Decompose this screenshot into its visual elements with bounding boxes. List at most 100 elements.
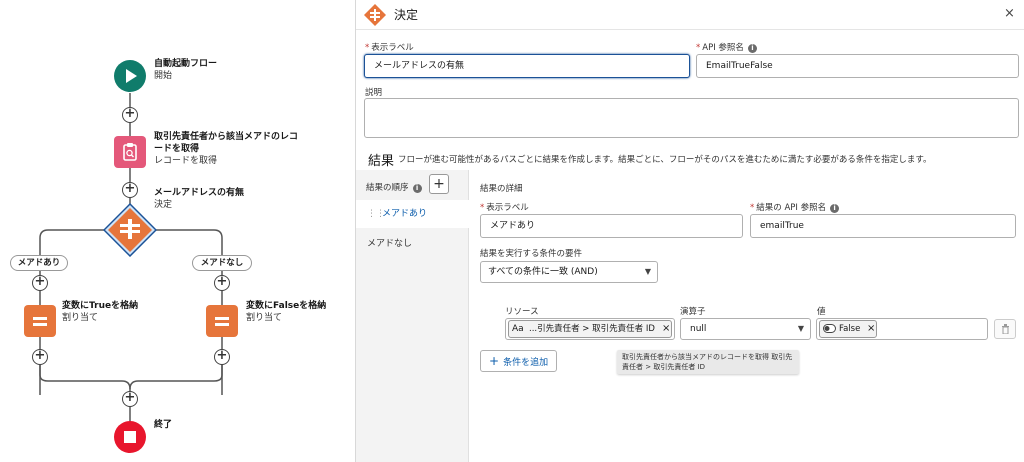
outcome-api-name-label: * 結果の API 参照名 i bbox=[750, 201, 840, 213]
add-outcome-button[interactable]: + bbox=[429, 174, 449, 194]
required-mark: * bbox=[750, 203, 755, 213]
get-records-subtitle: レコードを取得 bbox=[154, 156, 218, 166]
end-title: 終了 bbox=[154, 420, 173, 430]
decision-node-icon[interactable] bbox=[102, 202, 158, 258]
remove-chip-icon[interactable]: × bbox=[867, 321, 875, 337]
get-records-node-label: 取引先責任者から該当メアドのレコ ードを取得 レコードを取得 bbox=[154, 131, 298, 167]
required-mark: * bbox=[480, 203, 485, 213]
end-node-label: 終了 bbox=[154, 419, 172, 431]
info-icon[interactable]: i bbox=[830, 204, 840, 213]
chevron-down-icon: ▼ bbox=[644, 267, 651, 276]
assign-false-node-label: 変数にFalseを格納 割り当て bbox=[246, 300, 326, 324]
outcomes-description: フローが進む可能性があるパスごとに結果を作成します。結果ごとに、フローがそのパス… bbox=[398, 155, 932, 165]
text-type-icon: Aa bbox=[512, 324, 524, 334]
add-element-button[interactable]: + bbox=[32, 275, 48, 291]
drag-handle-icon[interactable]: ⋮⋮ bbox=[367, 200, 385, 228]
api-name-label: * API 参照名 i bbox=[696, 41, 757, 53]
get-records-title-line1: 取引先責任者から該当メアドのレコ bbox=[154, 132, 299, 142]
label-field-label: * 表示ラベル bbox=[365, 41, 414, 53]
stop-icon bbox=[124, 431, 136, 443]
outcome-order-list: 結果の順序 i + ⋮⋮ メアドあり メアドなし bbox=[356, 170, 469, 462]
outcome-details-heading: 結果の詳細 bbox=[480, 184, 523, 194]
outcome-item-email-no[interactable]: メアドなし bbox=[356, 230, 469, 258]
outcome-label-field-label: * 表示ラベル bbox=[480, 201, 529, 213]
resource-chip-value: ...引先責任者 > 取引先責任者 ID bbox=[529, 324, 655, 334]
end-node-icon[interactable] bbox=[114, 421, 146, 453]
value-chip[interactable]: False × bbox=[819, 320, 877, 338]
assign-false-title: 変数にFalseを格納 bbox=[246, 301, 327, 311]
chevron-down-icon: ▼ bbox=[797, 324, 804, 333]
resource-chip[interactable]: Aa ...引先責任者 > 取引先責任者 ID × bbox=[508, 320, 672, 338]
add-element-button[interactable]: + bbox=[122, 391, 138, 407]
value-field[interactable]: False × bbox=[816, 318, 988, 340]
resource-field[interactable]: Aa ...引先責任者 > 取引先責任者 ID × bbox=[505, 318, 675, 340]
assign-true-title: 変数にTrueを格納 bbox=[62, 301, 139, 311]
outcome-order-label: 結果の順序 i bbox=[366, 181, 422, 193]
operator-value: null bbox=[690, 324, 707, 334]
condition-requirement-label: 結果を実行する条件の要件 bbox=[480, 249, 583, 259]
add-element-button[interactable]: + bbox=[122, 182, 138, 198]
decision-node-label: メールアドレスの有無 決定 bbox=[154, 187, 244, 211]
add-element-button[interactable]: + bbox=[32, 349, 48, 365]
equals-icon bbox=[215, 317, 229, 326]
assign-true-node-icon[interactable] bbox=[24, 305, 56, 337]
get-records-node-icon[interactable] bbox=[114, 136, 146, 168]
operator-select[interactable]: null ▼ bbox=[680, 318, 811, 340]
value-chip-text: False bbox=[839, 324, 861, 334]
description-textarea[interactable] bbox=[364, 98, 1019, 138]
panel-header: 決定 × bbox=[356, 0, 1024, 30]
decision-subtitle: 決定 bbox=[154, 200, 173, 210]
trash-icon bbox=[1001, 324, 1009, 335]
operator-label: 演算子 bbox=[680, 307, 706, 317]
decision-title: メールアドレスの有無 bbox=[154, 188, 245, 198]
label-field-label-text: 表示ラベル bbox=[371, 43, 414, 53]
api-name-input[interactable]: EmailTrueFalse bbox=[696, 54, 1019, 78]
outcome-item-email-yes[interactable]: ⋮⋮ メアドあり bbox=[356, 200, 469, 228]
start-node-title: 自動起動フロー bbox=[154, 59, 218, 69]
add-condition-label: 条件を追加 bbox=[503, 358, 549, 368]
get-records-title-line2: ードを取得 bbox=[154, 144, 200, 154]
outcome-label-field-label-text: 表示ラベル bbox=[486, 203, 529, 213]
assign-true-subtitle: 割り当て bbox=[62, 313, 99, 323]
start-node-subtitle: 開始 bbox=[154, 71, 173, 81]
condition-requirement-value: すべての条件に一致 (AND) bbox=[488, 267, 598, 277]
outcome-item-label: メアドあり bbox=[382, 209, 428, 219]
branch-label-right[interactable]: メアドなし bbox=[192, 255, 252, 271]
value-label: 値 bbox=[817, 307, 826, 317]
outcome-order-label-text: 結果の順序 bbox=[366, 183, 409, 193]
panel-title: 決定 bbox=[394, 8, 419, 22]
equals-icon bbox=[33, 317, 47, 326]
outcomes-title: 結果 bbox=[368, 154, 395, 169]
resource-tooltip: 取引先責任者から該当メアドのレコードを取得 取引先責任者 > 取引先責任者 ID bbox=[617, 350, 799, 374]
assign-false-node-icon[interactable] bbox=[206, 305, 238, 337]
decision-icon bbox=[364, 4, 386, 26]
toggle-icon bbox=[823, 324, 836, 333]
condition-requirement-select[interactable]: すべての条件に一致 (AND) ▼ bbox=[480, 261, 658, 283]
info-icon[interactable]: i bbox=[412, 184, 422, 193]
outcome-item-label: メアドなし bbox=[367, 239, 413, 249]
assign-true-node-label: 変数にTrueを格納 割り当て bbox=[62, 300, 138, 324]
branch-label-left[interactable]: メアドあり bbox=[10, 255, 68, 271]
outcome-api-name-input[interactable]: emailTrue bbox=[750, 214, 1016, 238]
label-input[interactable]: メールアドレスの有無 bbox=[364, 54, 690, 78]
start-node-icon[interactable] bbox=[114, 60, 146, 92]
delete-condition-button[interactable] bbox=[994, 319, 1016, 339]
clipboard-search-icon bbox=[123, 143, 137, 161]
add-element-button[interactable]: + bbox=[214, 349, 230, 365]
remove-chip-icon[interactable]: × bbox=[662, 321, 670, 337]
info-icon[interactable]: i bbox=[747, 44, 757, 53]
play-icon bbox=[126, 69, 137, 83]
flow-canvas[interactable]: 自動起動フロー 開始 + 取引先責任者から該当メアドのレコ ードを取得 レコード… bbox=[0, 0, 355, 462]
decision-diamond-icon bbox=[102, 202, 158, 258]
api-name-label-text: API 参照名 bbox=[702, 43, 744, 53]
required-mark: * bbox=[365, 43, 370, 53]
start-node-label: 自動起動フロー 開始 bbox=[154, 58, 217, 82]
close-icon[interactable]: × bbox=[1004, 6, 1015, 21]
outcome-label-input[interactable]: メアドあり bbox=[480, 214, 743, 238]
add-condition-button[interactable]: + 条件を追加 bbox=[480, 350, 558, 372]
add-element-button[interactable]: + bbox=[122, 107, 138, 123]
description-label: 説明 bbox=[365, 88, 383, 98]
assign-false-subtitle: 割り当て bbox=[246, 313, 283, 323]
resource-label: リソース bbox=[505, 307, 539, 317]
add-element-button[interactable]: + bbox=[214, 275, 230, 291]
